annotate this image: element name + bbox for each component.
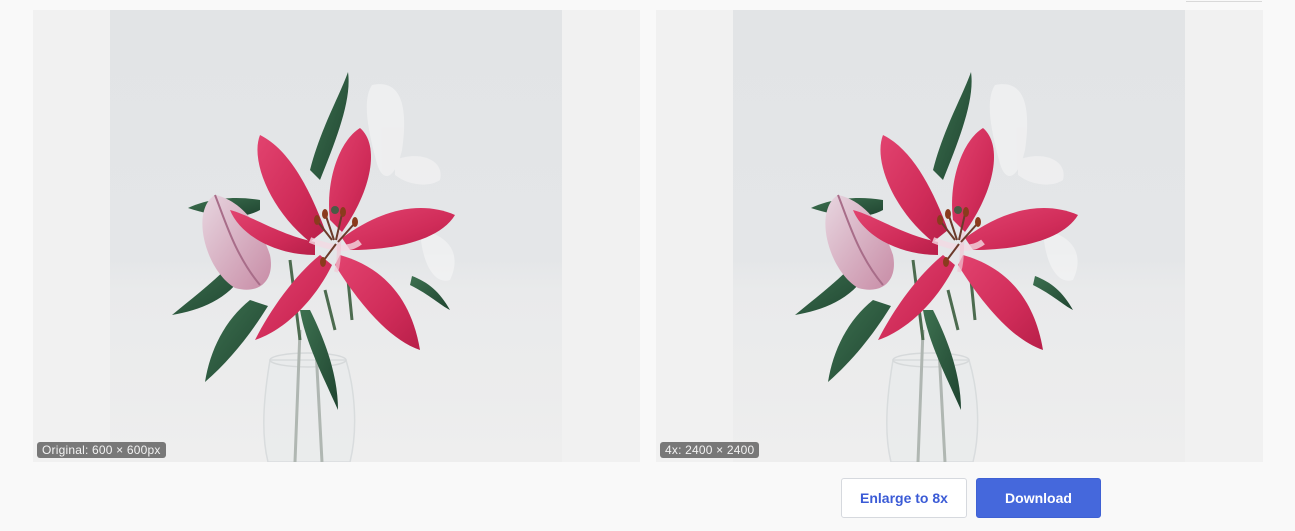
upscaled-resolution-badge: 4x: 2400 × 2400 (660, 442, 760, 458)
enlarge-button[interactable]: Enlarge to 8x (841, 478, 967, 518)
upscaled-image (733, 10, 1185, 462)
original-image-panel: Original: 600 × 600px (33, 10, 640, 462)
upscaled-image-panel: 4x: 2400 × 2400 (656, 10, 1263, 462)
original-resolution-badge: Original: 600 × 600px (37, 442, 166, 458)
original-image (110, 10, 562, 462)
download-button[interactable]: Download (976, 478, 1101, 518)
divider (1186, 0, 1262, 2)
upscale-result-view: Original: 600 × 600px 4x: 2400 × 2400 En… (0, 0, 1295, 531)
